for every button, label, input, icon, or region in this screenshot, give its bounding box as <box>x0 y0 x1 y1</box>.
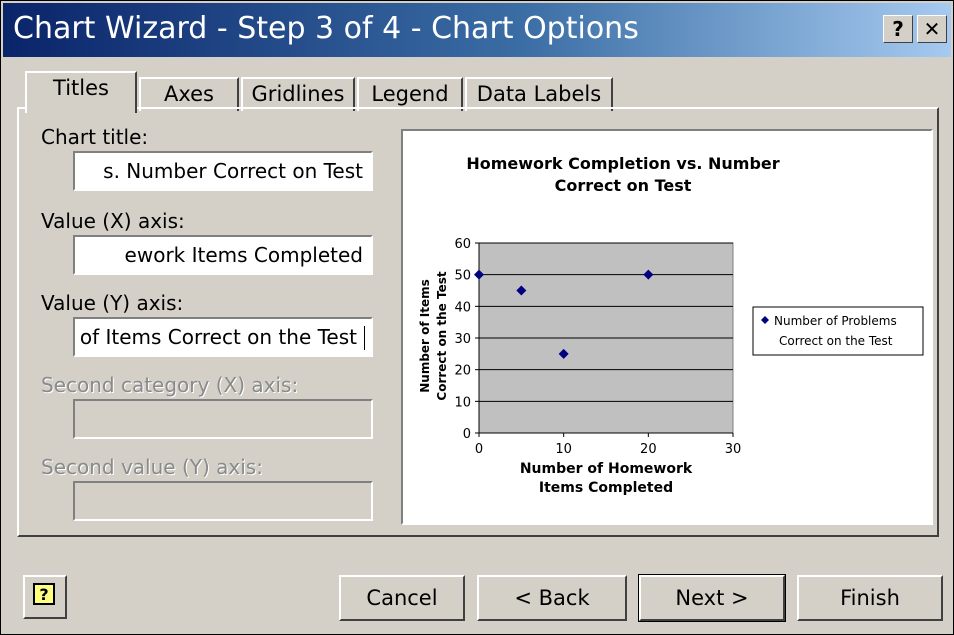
title-bar[interactable]: Chart Wizard - Step 3 of 4 - Chart Optio… <box>3 3 951 57</box>
x-axis-title-label: Value (X) axis: <box>41 209 185 233</box>
y-tick-label: 0 <box>463 427 471 442</box>
chart-wizard-dialog: Chart Wizard - Step 3 of 4 - Chart Optio… <box>0 0 954 635</box>
x-axis-title-input[interactable]: ework Items Completed <box>73 235 373 275</box>
second-x-axis-input <box>73 399 373 439</box>
x-axis-title: Items Completed <box>539 480 673 496</box>
x-tick-label: 0 <box>475 442 483 457</box>
cancel-button[interactable]: Cancel <box>339 575 465 621</box>
chart-preview: Homework Completion vs. Number Correct on… <box>401 129 933 525</box>
legend-entry: Number of Problems <box>774 314 897 328</box>
tab-data-labels[interactable]: Data Labels <box>465 77 613 111</box>
y-axis-title: Correct on the Test <box>435 271 449 400</box>
tab-legend[interactable]: Legend <box>357 77 463 111</box>
second-x-axis-label: Second category (X) axis: <box>41 373 299 397</box>
svg-text:?: ? <box>39 585 48 604</box>
y-axis-title: Number of Items <box>418 279 432 393</box>
chart-title: Homework Completion vs. Number <box>466 154 779 173</box>
second-y-axis-input <box>73 481 373 521</box>
x-axis-title: Number of Homework <box>520 461 693 477</box>
chart-title: Correct on Test <box>555 176 692 195</box>
tab-gridlines[interactable]: Gridlines <box>241 77 355 111</box>
second-y-axis-label: Second value (Y) axis: <box>41 455 263 479</box>
back-button[interactable]: < Back <box>477 575 627 621</box>
y-tick-label: 50 <box>454 269 471 284</box>
y-tick-label: 20 <box>454 364 471 379</box>
tab-titles[interactable]: Titles <box>25 71 137 113</box>
text-caret <box>364 326 365 350</box>
chart-title-label: Chart title: <box>41 125 149 149</box>
chart-title-input[interactable]: s. Number Correct on Test <box>73 151 373 191</box>
y-tick-label: 10 <box>454 395 471 410</box>
finish-button[interactable]: Finish <box>797 575 943 621</box>
y-axis-title-label: Value (Y) axis: <box>41 291 184 315</box>
help-bubble-icon: ? <box>33 583 55 605</box>
y-tick-label: 30 <box>454 332 471 347</box>
chart-preview-svg: Homework Completion vs. Number Correct on… <box>418 154 924 496</box>
help-button[interactable]: ? <box>23 575 67 619</box>
x-tick-label: 20 <box>640 442 657 457</box>
y-axis-title-value: of Items Correct on the Test <box>79 325 357 349</box>
legend-entry: Correct on the Test <box>779 334 893 348</box>
x-axis-title-value: ework Items Completed <box>124 243 363 267</box>
close-icon[interactable]: ✕ <box>917 15 947 43</box>
y-axis-title-input[interactable]: of Items Correct on the Test <box>73 317 373 357</box>
tab-axes[interactable]: Axes <box>139 77 239 111</box>
y-tick-label: 40 <box>454 300 471 315</box>
y-tick-label: 60 <box>454 237 471 252</box>
chart-title-value: s. Number Correct on Test <box>103 159 363 183</box>
help-icon[interactable]: ? <box>883 15 913 43</box>
next-button[interactable]: Next > <box>638 574 786 622</box>
window-title: Chart Wizard - Step 3 of 4 - Chart Optio… <box>13 11 639 46</box>
x-tick-label: 10 <box>555 442 572 457</box>
x-tick-label: 30 <box>725 442 742 457</box>
